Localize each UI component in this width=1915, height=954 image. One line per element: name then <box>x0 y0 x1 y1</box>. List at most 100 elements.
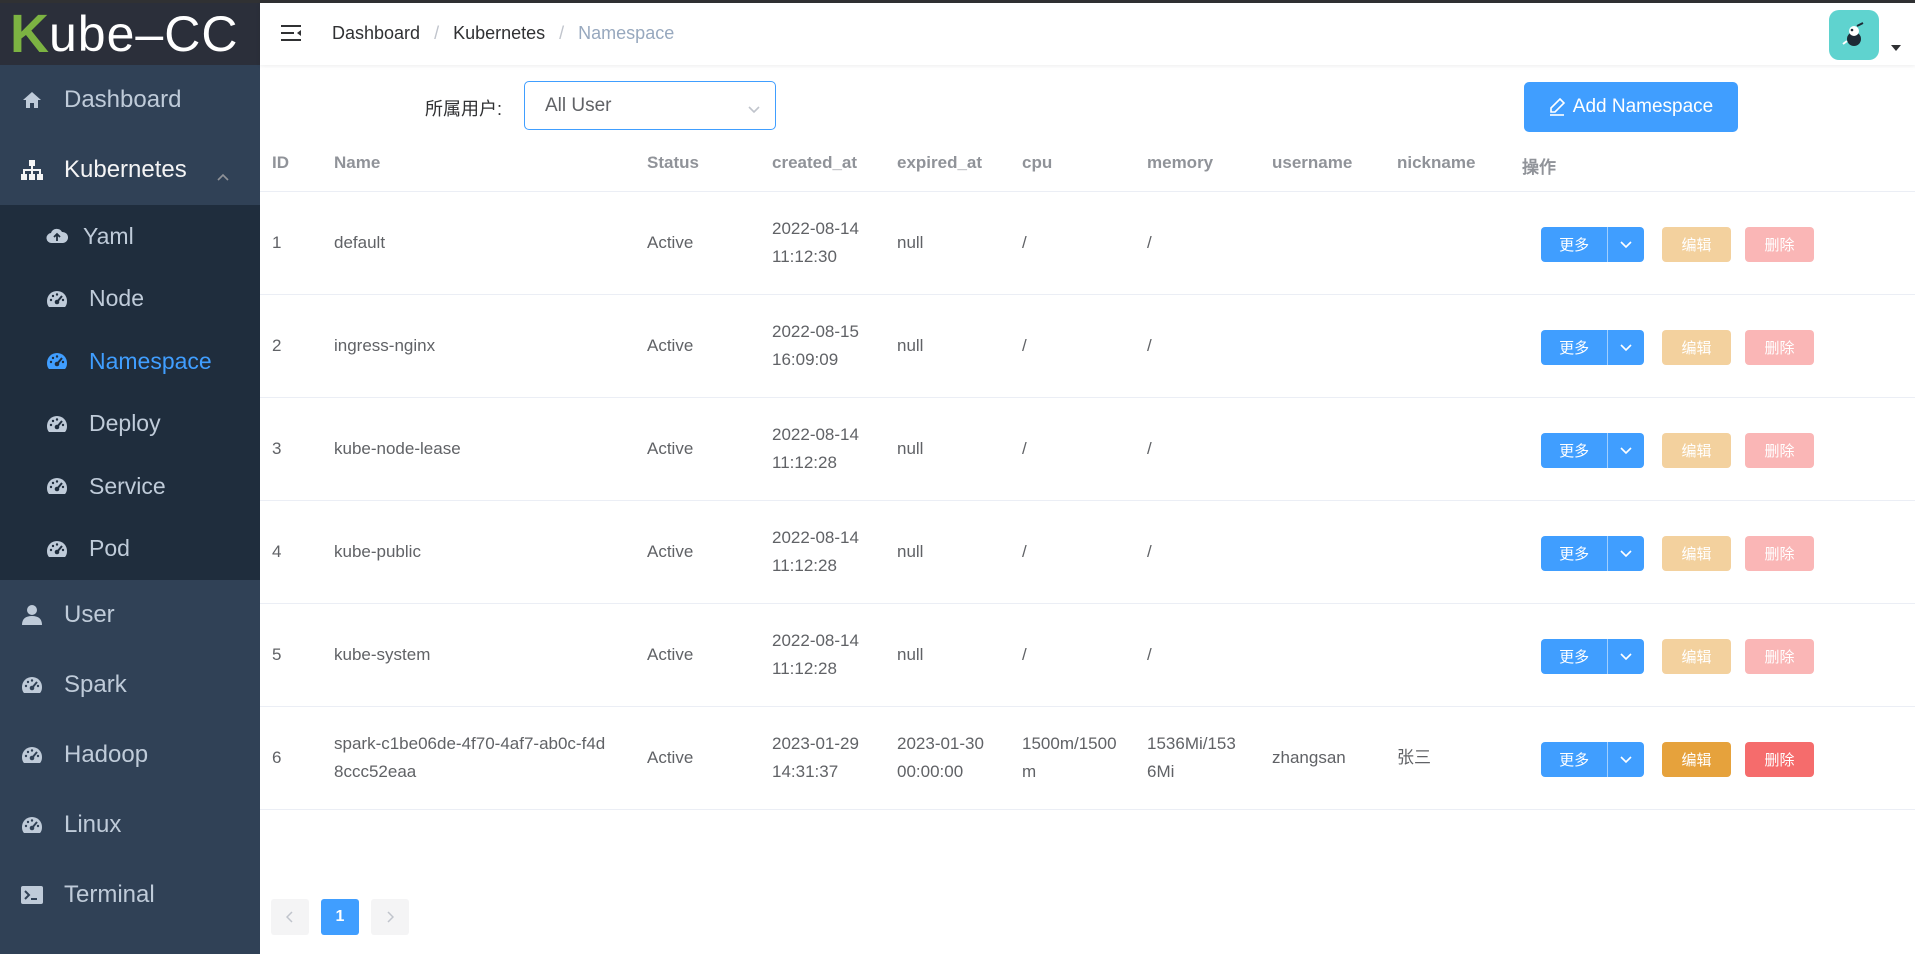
sidebar-item-kubernetes[interactable]: Kubernetes <box>0 135 260 205</box>
sidebar-item-label: Yaml <box>83 222 134 249</box>
sidebar-item-yaml[interactable]: Yaml <box>0 205 260 268</box>
cell-id: 6 <box>272 748 282 767</box>
cell-nickname: 张三 <box>1397 748 1431 767</box>
delete-button[interactable]: 删除 <box>1745 227 1814 262</box>
dashboard-icon <box>20 743 44 767</box>
header-nickname[interactable]: nickname <box>1397 153 1475 173</box>
cell-memory: / <box>1147 233 1152 252</box>
edit-button[interactable]: 编辑 <box>1662 330 1731 365</box>
chevron-down-icon[interactable] <box>1608 433 1644 468</box>
cell-name: default <box>334 233 386 252</box>
more-dropdown-button[interactable]: 更多 <box>1541 433 1644 468</box>
hamburger-icon[interactable] <box>280 23 304 45</box>
cell-expired-at: null <box>897 542 924 561</box>
sidebar-item-terminal[interactable]: Terminal <box>0 860 260 930</box>
chevron-up-icon <box>216 161 230 189</box>
more-dropdown-button[interactable]: 更多 <box>1541 742 1644 777</box>
sidebar-item-namespace[interactable]: Namespace <box>0 330 260 393</box>
avatar[interactable] <box>1829 10 1879 60</box>
cell-cpu: / <box>1022 336 1027 355</box>
header-cpu[interactable]: cpu <box>1022 153 1052 173</box>
created-date: 2022-08-14 <box>772 219 859 238</box>
sidebar: Kube–CC Dashboard Kubernetes Yaml Node N… <box>0 3 260 954</box>
sidebar-item-deploy[interactable]: Deploy <box>0 393 260 456</box>
sidebar-item-service[interactable]: Service <box>0 455 260 518</box>
add-namespace-button[interactable]: Add Namespace <box>1524 82 1738 132</box>
more-dropdown-button[interactable]: 更多 <box>1541 639 1644 674</box>
sidebar-item-label: Spark <box>64 671 127 698</box>
row-actions: 更多 编辑 删除 <box>1541 227 1814 262</box>
cell-name: kube-public <box>334 542 421 561</box>
sidebar-item-spark[interactable]: Spark <box>0 650 260 720</box>
chevron-down-icon[interactable] <box>1608 227 1644 262</box>
breadcrumb: Dashboard / Kubernetes / Namespace <box>332 23 674 44</box>
cell-username: zhangsan <box>1272 748 1346 767</box>
sidebar-item-node[interactable]: Node <box>0 268 260 331</box>
more-dropdown-button[interactable]: 更多 <box>1541 330 1644 365</box>
header-memory[interactable]: memory <box>1147 153 1213 173</box>
cell-expired-at: 2023-01-30 00:00:00 <box>897 730 984 786</box>
sidebar-item-user[interactable]: User <box>0 580 260 650</box>
sidebar-item-linux[interactable]: Linux <box>0 790 260 860</box>
edit-button[interactable]: 编辑 <box>1662 536 1731 571</box>
kubernetes-submenu: Yaml Node Namespace Deploy Service Pod <box>0 205 260 580</box>
created-time: 11:12:30 <box>772 247 837 266</box>
cell-status: Active <box>647 439 694 458</box>
cell-name: ingress-nginx <box>334 336 436 355</box>
header-expired-at[interactable]: expired_at <box>897 153 982 173</box>
logo[interactable]: Kube–CC <box>0 3 260 65</box>
cell-cpu: / <box>1022 233 1027 252</box>
prev-page-button[interactable] <box>271 899 309 935</box>
cloud-upload-icon <box>45 224 69 248</box>
delete-button[interactable]: 删除 <box>1745 742 1814 777</box>
sidebar-item-dashboard[interactable]: Dashboard <box>0 65 260 135</box>
edit-button[interactable]: 编辑 <box>1662 227 1731 262</box>
header-created-at[interactable]: created_at <box>772 153 857 173</box>
sidebar-item-pod[interactable]: Pod <box>0 518 260 581</box>
table-header: ID Name Status created_at expired_at cpu… <box>260 135 1915 192</box>
row-actions: 更多 编辑 删除 <box>1541 433 1814 468</box>
next-page-button[interactable] <box>371 899 409 935</box>
edit-button[interactable]: 编辑 <box>1662 433 1731 468</box>
user-icon <box>20 603 44 627</box>
header-id[interactable]: ID <box>272 153 289 173</box>
edit-button[interactable]: 编辑 <box>1662 742 1731 777</box>
chevron-down-icon[interactable] <box>1608 639 1644 674</box>
cell-name: spark-c1be06de-4f70-4af7-ab0c-f4d 8ccc52e… <box>334 730 605 786</box>
table-row: 4 kube-public Active 2022-08-14 11:12:28 … <box>260 501 1915 604</box>
cell-expired-at: null <box>897 645 924 664</box>
cell-status: Active <box>647 233 694 252</box>
user-select[interactable]: All User <box>524 81 776 130</box>
created-time: 14:31:37 <box>772 762 839 781</box>
more-label: 更多 <box>1541 536 1609 571</box>
cell-created-at: 2022-08-14 11:12:28 <box>772 524 859 580</box>
chevron-right-icon <box>387 911 394 923</box>
chevron-down-icon[interactable] <box>1608 330 1644 365</box>
more-dropdown-button[interactable]: 更多 <box>1541 227 1644 262</box>
chevron-down-icon[interactable] <box>1608 536 1644 571</box>
breadcrumb-kubernetes[interactable]: Kubernetes <box>453 23 545 44</box>
sitemap-icon <box>20 158 44 182</box>
delete-button[interactable]: 删除 <box>1745 330 1814 365</box>
more-dropdown-button[interactable]: 更多 <box>1541 536 1644 571</box>
page-number[interactable]: 1 <box>321 899 359 935</box>
logo-text: ube–CC <box>49 6 239 62</box>
navbar: Dashboard / Kubernetes / Namespace <box>260 3 1915 65</box>
delete-button[interactable]: 删除 <box>1745 639 1814 674</box>
caret-down-icon[interactable] <box>1891 45 1901 51</box>
more-label: 更多 <box>1541 227 1609 262</box>
sidebar-item-hadoop[interactable]: Hadoop <box>0 720 260 790</box>
header-status[interactable]: Status <box>647 153 699 173</box>
sidebar-item-label: Kubernetes <box>64 156 187 183</box>
breadcrumb-dashboard[interactable]: Dashboard <box>332 23 420 44</box>
edit-button[interactable]: 编辑 <box>1662 639 1731 674</box>
logo-k: K <box>10 4 49 64</box>
cell-id: 1 <box>272 233 282 252</box>
header-username[interactable]: username <box>1272 153 1352 173</box>
cell-expired-at: null <box>897 233 924 252</box>
chevron-down-icon[interactable] <box>1608 742 1644 777</box>
header-name[interactable]: Name <box>334 153 380 173</box>
delete-button[interactable]: 删除 <box>1745 536 1814 571</box>
created-date: 2022-08-14 <box>772 425 859 444</box>
delete-button[interactable]: 删除 <box>1745 433 1814 468</box>
